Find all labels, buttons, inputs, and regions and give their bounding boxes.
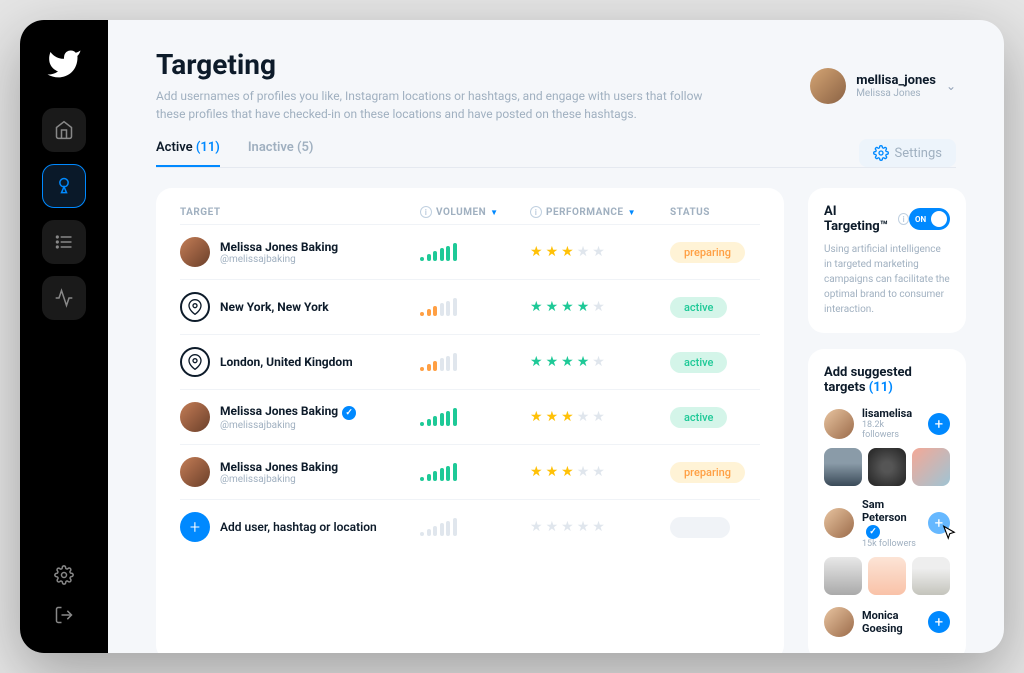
suggested-targets-card: Add suggested targets (11) lisamelisa 18… [808,349,966,653]
user-avatar [180,402,210,432]
nav-activity[interactable] [42,276,86,320]
info-icon: i [530,206,542,218]
nav-home[interactable] [42,108,86,152]
volumen-bars [420,408,530,426]
performance-stars: ★★★★★ [530,354,670,370]
nav-list[interactable] [42,220,86,264]
user-avatar [810,68,846,104]
nav-settings[interactable] [54,565,74,589]
settings-button[interactable]: Settings [859,139,956,167]
volumen-bars [420,463,530,481]
table-row[interactable]: Melissa Jones Baking✓@melissajbaking ★★★★… [180,389,760,444]
suggested-name: Sam Peterson ✓ [862,498,920,539]
targets-table: TARGET iVOLUMEN▼ iPERFORMANCE▼ STATUS Me… [156,188,784,653]
chevron-down-icon: ⌄ [946,79,956,93]
sidebar [20,20,108,653]
info-icon: i [898,213,909,225]
status-badge: active [670,352,727,373]
thumb [868,448,906,486]
suggested-subtitle: 18.2k followers [862,420,920,440]
verified-icon: ✓ [866,525,880,539]
target-name: Melissa Jones Baking [220,460,338,474]
performance-stars: ★★★★★ [530,464,670,480]
target-handle: @melissajbaking [220,254,338,265]
user-displayname: Melissa Jones [856,88,936,99]
performance-stars: ★★★★★ [530,244,670,260]
volumen-bars [420,298,530,316]
suggested-item: Monica Goesing + [824,607,950,637]
target-name: Melissa Jones Baking [220,240,338,254]
target-name: London, United Kingdom [220,355,353,369]
page-subtitle: Add usernames of profiles you like, Inst… [156,87,716,123]
ai-description: Using artificial intelligence in targete… [824,242,950,317]
suggested-item: lisamelisa 18.2k followers + [824,407,950,440]
thumb [912,448,950,486]
add-suggested-button[interactable]: + [928,413,950,435]
ai-toggle[interactable]: ON [909,208,950,230]
suggested-name: lisamelisa [862,407,920,420]
thumb [912,557,950,595]
nav-targeting[interactable] [42,164,86,208]
suggested-avatar [824,409,854,439]
status-badge: preparing [670,242,745,263]
add-suggested-button[interactable]: + [928,512,950,534]
volumen-bars [420,353,530,371]
tab-inactive[interactable]: Inactive (5) [248,140,314,167]
location-icon [180,347,210,377]
plus-icon: + [180,512,210,542]
thumb [824,557,862,595]
add-suggested-button[interactable]: + [928,611,950,633]
performance-stars: ★★★★★ [530,299,670,315]
suggested-subtitle: 15k followers [862,539,920,549]
col-status: STATUS [670,207,760,218]
suggested-thumbs [824,448,950,486]
verified-icon: ✓ [342,406,356,420]
suggested-name: Monica Goesing [862,609,920,635]
col-target: TARGET [180,207,420,218]
thumb [824,448,862,486]
table-row[interactable]: New York, New York ★★★★★active [180,279,760,334]
user-username: mellisa_jones [856,73,936,88]
suggested-item: Sam Peterson ✓15k followers + [824,498,950,549]
cursor-icon [940,524,958,542]
col-performance[interactable]: iPERFORMANCE▼ [530,206,670,218]
col-volumen[interactable]: iVOLUMEN▼ [420,206,530,218]
suggested-avatar [824,607,854,637]
info-icon: i [420,206,432,218]
volumen-bars [420,243,530,261]
status-badge: preparing [670,462,745,483]
target-handle: @melissajbaking [220,474,338,485]
user-avatar [180,237,210,267]
status-badge: active [670,297,727,318]
table-row[interactable]: London, United Kingdom ★★★★★active [180,334,760,389]
target-name: New York, New York [220,300,329,314]
logo [44,44,84,84]
caret-down-icon: ▼ [628,208,636,217]
table-row[interactable]: Melissa Jones Baking@melissajbaking ★★★★★… [180,224,760,279]
table-row[interactable]: Melissa Jones Baking@melissajbaking ★★★★★… [180,444,760,499]
tab-active[interactable]: Active (11) [156,140,220,167]
target-handle: @melissajbaking [220,420,356,431]
add-target-row[interactable]: + Add user, hashtag or location ★★★★★ . [180,499,760,554]
thumb [868,557,906,595]
page-title: Targeting [156,48,716,81]
suggested-avatar [824,508,854,538]
user-menu[interactable]: mellisa_jones Melissa Jones ⌄ [810,48,956,123]
suggested-thumbs [824,557,950,595]
location-icon [180,292,210,322]
caret-down-icon: ▼ [490,208,498,217]
target-name: Melissa Jones Baking✓ [220,404,356,420]
ai-targeting-card: AI Targeting™i ON Using artificial intel… [808,188,966,333]
status-badge: active [670,407,727,428]
user-avatar [180,457,210,487]
nav-logout[interactable] [54,605,74,629]
performance-stars: ★★★★★ [530,409,670,425]
